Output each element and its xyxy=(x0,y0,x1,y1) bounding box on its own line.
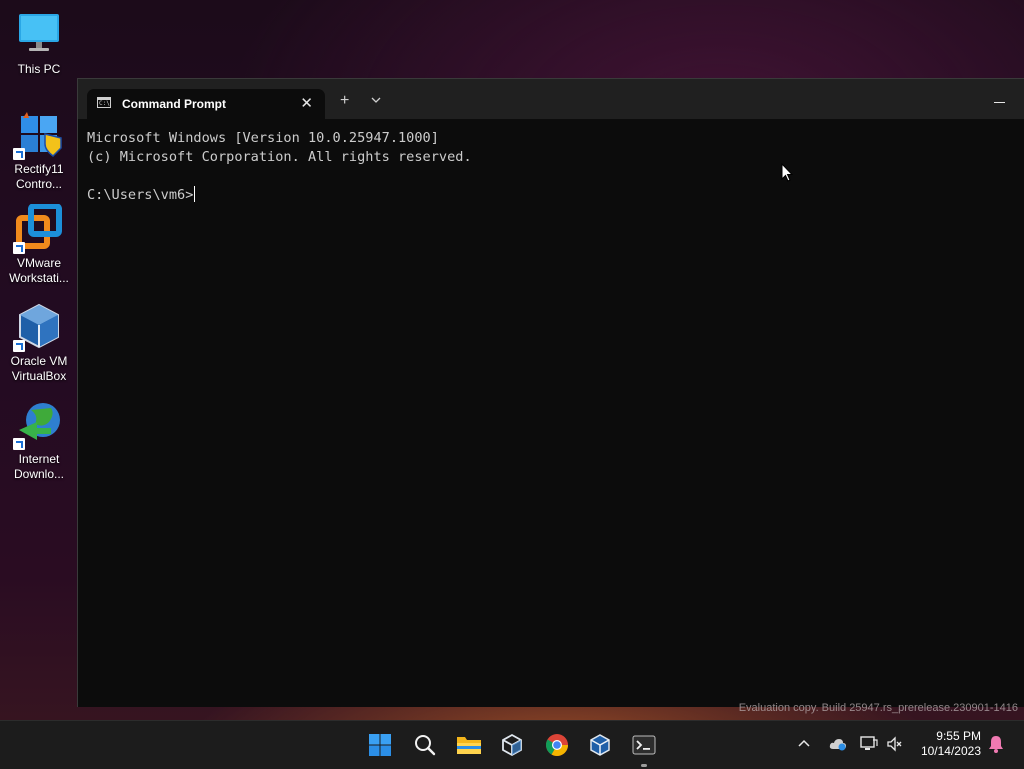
tray-onedrive[interactable] xyxy=(829,737,847,754)
virtualbox-icon xyxy=(590,734,610,756)
desktop-icon-internet-download-manager[interactable]: Internet Downlo... xyxy=(2,400,76,482)
desktop-icon-label: Internet Downlo... xyxy=(13,452,65,481)
taskbar-file-explorer[interactable] xyxy=(453,729,485,761)
desktop-icon-label: Oracle VM VirtualBox xyxy=(10,354,68,383)
minimize-button[interactable] xyxy=(994,91,1005,108)
vmware-icon xyxy=(13,203,63,254)
desktop-icon-label: Rectify11 Contro... xyxy=(14,162,64,191)
console-prompt-line[interactable]: C:\Users\vm6> xyxy=(87,186,472,205)
console-line: (c) Microsoft Corporation. All rights re… xyxy=(87,149,472,165)
vmware-icon xyxy=(502,733,522,757)
chrome-icon xyxy=(546,734,568,756)
clock-time: 9:55 PM xyxy=(936,729,981,743)
taskbar-terminal[interactable] xyxy=(628,729,660,767)
evaluation-watermark: Evaluation copy. Build 25947.rs_prerelea… xyxy=(738,702,1018,714)
desktop-icon-virtualbox[interactable]: Oracle VM VirtualBox xyxy=(2,302,76,384)
chevron-up-icon xyxy=(798,739,810,747)
tab-dropdown-button[interactable] xyxy=(371,95,381,107)
tray-overflow-button[interactable] xyxy=(798,734,810,750)
taskbar-clock[interactable]: 9:55 PM 10/14/2023 xyxy=(921,729,981,759)
terminal-window[interactable]: C:\ Command Prompt ✕ + Microsoft Windows… xyxy=(77,78,1024,707)
desktop-icon-this-pc[interactable]: This PC xyxy=(2,10,76,77)
rectify11-icon xyxy=(13,110,63,160)
console-output[interactable]: Microsoft Windows [Version 10.0.25947.10… xyxy=(87,129,472,205)
network-icon xyxy=(860,736,878,750)
desktop-icon-vmware[interactable]: VMware Workstati... xyxy=(2,203,76,286)
desktop-icon-label: This PC xyxy=(17,62,61,76)
text-caret xyxy=(194,186,196,202)
tab-title: Command Prompt xyxy=(122,97,227,111)
notification-button[interactable] xyxy=(988,735,1004,756)
globe-download-icon xyxy=(13,400,63,450)
mouse-pointer-icon xyxy=(781,163,793,182)
tab-command-prompt[interactable]: C:\ Command Prompt ✕ xyxy=(87,89,325,119)
monitor-icon xyxy=(15,10,63,58)
search-icon xyxy=(415,735,436,756)
desktop-icon-label: VMware Workstati... xyxy=(9,256,69,285)
clock-date: 10/14/2023 xyxy=(920,744,981,758)
console-prompt: C:\Users\vm6> xyxy=(87,187,194,203)
taskbar-vmware[interactable] xyxy=(496,729,528,761)
search-button[interactable] xyxy=(409,729,441,761)
title-bar[interactable]: C:\ Command Prompt ✕ + xyxy=(78,79,1024,119)
tray-volume[interactable] xyxy=(886,736,904,755)
console-line: Microsoft Windows [Version 10.0.25947.10… xyxy=(87,130,439,146)
command-prompt-icon: C:\ xyxy=(97,97,111,108)
tray-network[interactable] xyxy=(860,736,878,755)
file-explorer-icon xyxy=(457,737,481,754)
virtualbox-icon xyxy=(13,302,63,352)
tab-close-button[interactable]: ✕ xyxy=(300,94,313,112)
bell-icon xyxy=(989,736,1003,753)
taskbar-chrome[interactable] xyxy=(541,729,573,761)
shortcut-arrow-icon xyxy=(13,340,25,352)
minimize-icon xyxy=(994,102,1005,103)
shortcut-arrow-icon xyxy=(13,438,25,450)
start-icon xyxy=(369,734,391,756)
desktop-icon-rectify11[interactable]: Rectify11 Contro... xyxy=(2,110,76,192)
start-button[interactable] xyxy=(364,729,396,761)
chevron-down-icon xyxy=(371,97,381,103)
volume-muted-icon xyxy=(887,736,902,752)
new-tab-button[interactable]: + xyxy=(340,93,349,109)
taskbar-virtualbox[interactable] xyxy=(584,729,616,761)
cloud-icon xyxy=(829,739,846,751)
shortcut-arrow-icon xyxy=(13,148,25,160)
terminal-icon xyxy=(632,735,656,755)
shortcut-arrow-icon xyxy=(13,242,25,254)
taskbar: 9:55 PM 10/14/2023 xyxy=(0,720,1024,769)
